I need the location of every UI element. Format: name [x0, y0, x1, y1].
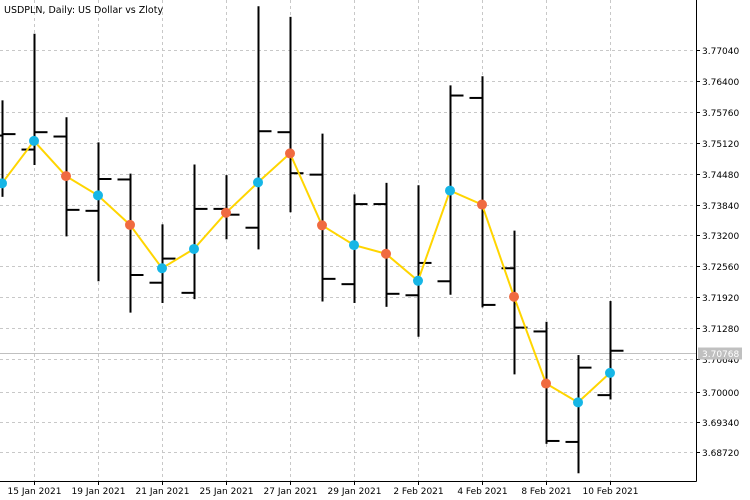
- zigzag-dot-red: [477, 199, 487, 210]
- zigzag-dot-red: [317, 220, 327, 231]
- zigzag-indicator: [0, 135, 615, 408]
- chart-title: USDPLN, Daily: US Dollar vs Zloty: [4, 5, 163, 16]
- zigzag-dot-red: [125, 219, 135, 230]
- ohlc-bar: [277, 16, 304, 213]
- zigzag-dot-red: [509, 291, 519, 302]
- ohlc-bar: [181, 164, 208, 300]
- zigzag-dot-red: [61, 171, 71, 182]
- zigzag-dot-cyan: [0, 178, 7, 189]
- zigzag-dot-cyan: [189, 243, 199, 254]
- x-axis-ticks: 15 Jan 2021 19 Jan 2021 21 Jan 2021 25 Jan …: [8, 481, 639, 497]
- y-tick-label: 3.73840: [702, 202, 739, 212]
- ohlc-bar: [85, 142, 112, 282]
- zigzag-dot-red: [381, 248, 391, 259]
- y-axis-ticks: 3.687203.693403.700003.706403.712803.719…: [696, 47, 742, 459]
- x-tick-label: 4 Feb 2021: [457, 487, 507, 497]
- x-tick-label: 2 Feb 2021: [393, 487, 443, 497]
- y-tick-label: 3.76400: [702, 78, 739, 88]
- ohlc-bar: [213, 175, 240, 240]
- zigzag-dot-cyan: [413, 275, 423, 286]
- x-tick-label: 21 Jan 2021: [136, 487, 190, 497]
- ohlc-bar: [597, 301, 624, 400]
- zigzag-dot-red: [541, 378, 551, 389]
- y-tick-label: 3.74480: [702, 171, 739, 181]
- current-price-label: 3.70768: [698, 347, 742, 360]
- y-tick-label: 3.68720: [702, 449, 739, 459]
- ohlc-bar: [245, 6, 272, 250]
- y-tick-label: 3.75120: [702, 140, 739, 150]
- x-tick-label: 25 Jan 2021: [200, 487, 254, 497]
- ohlc-bar: [373, 182, 400, 307]
- ohlc-bar: [501, 230, 528, 375]
- x-tick-label: 8 Feb 2021: [521, 487, 571, 497]
- zigzag-dot-cyan: [253, 177, 263, 188]
- current-price-label-text: 3.70768: [702, 350, 739, 360]
- zigzag-dot-cyan: [349, 240, 359, 251]
- y-tick-label: 3.69340: [702, 419, 739, 429]
- ohlc-bars: [0, 6, 624, 474]
- zigzag-dot-cyan: [605, 367, 615, 378]
- y-tick-label: 3.70000: [702, 389, 739, 399]
- x-tick-label: 29 Jan 2021: [328, 487, 382, 497]
- y-tick-label: 3.71280: [702, 325, 739, 335]
- ohlc-bar: [309, 133, 336, 302]
- zigzag-dot-cyan: [29, 135, 39, 146]
- x-tick-label: 10 Feb 2021: [582, 487, 638, 497]
- y-tick-label: 3.72560: [702, 263, 739, 273]
- ohlc-bar: [405, 185, 432, 337]
- zigzag-dot-cyan: [93, 190, 103, 201]
- x-tick-label: 15 Jan 2021: [8, 487, 62, 497]
- y-tick-label: 3.73200: [702, 232, 739, 242]
- zigzag-line: [1, 139, 611, 404]
- zigzag-dot-cyan: [445, 185, 455, 196]
- y-tick-label: 3.71920: [702, 294, 739, 304]
- zigzag-dot-cyan: [157, 263, 167, 274]
- zigzag-dot-red: [221, 207, 231, 218]
- ohlc-bar: [469, 76, 496, 308]
- price-chart[interactable]: 3.687203.693403.700003.706403.712803.719…: [0, 0, 750, 500]
- y-tick-label: 3.75760: [702, 109, 739, 119]
- y-tick-label: 3.77040: [702, 47, 739, 57]
- ohlc-bar: [565, 355, 592, 474]
- zigzag-dot-cyan: [573, 397, 583, 408]
- x-tick-label: 27 Jan 2021: [264, 487, 318, 497]
- zigzag-dot-red: [285, 148, 295, 159]
- x-tick-label: 19 Jan 2021: [72, 487, 126, 497]
- ohlc-bar: [117, 173, 144, 313]
